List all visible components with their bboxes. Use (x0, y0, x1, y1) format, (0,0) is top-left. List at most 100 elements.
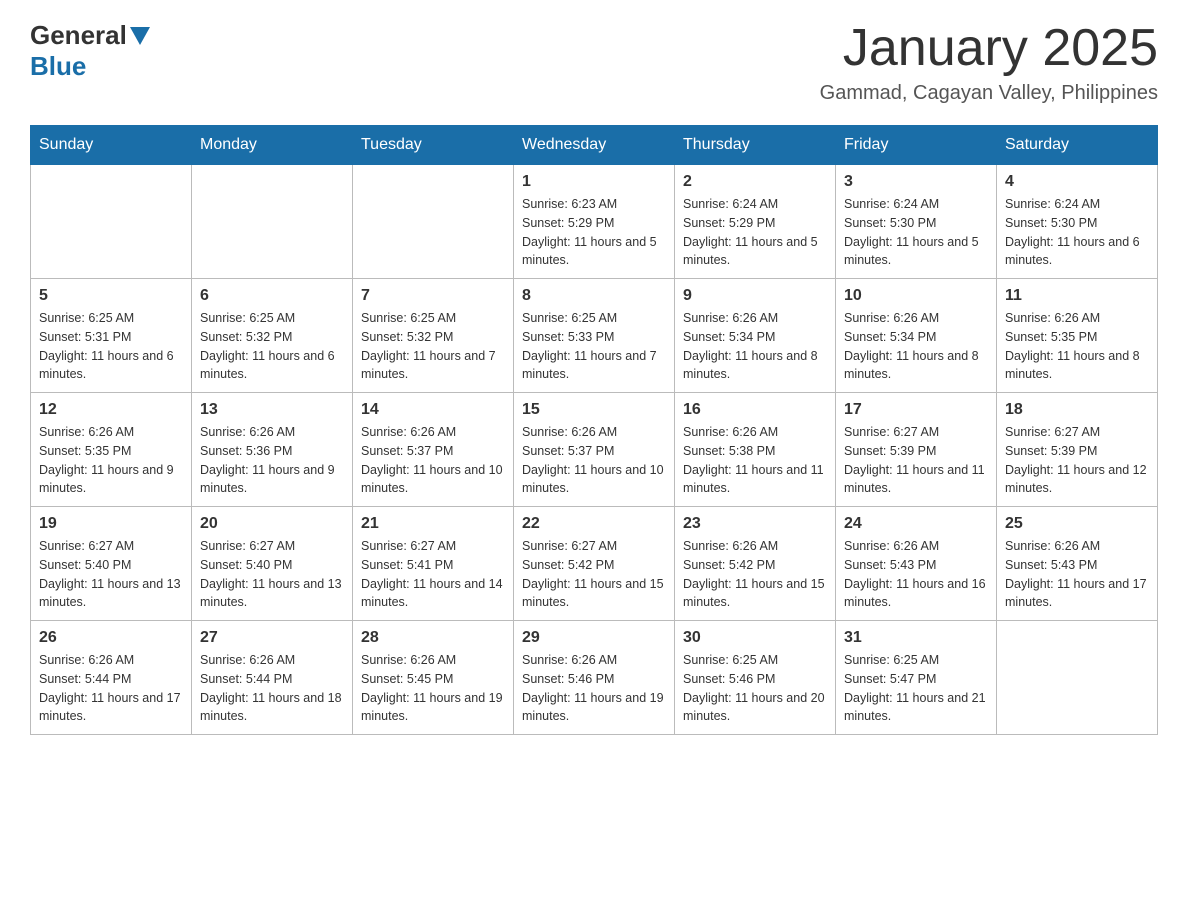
day-info: Sunrise: 6:27 AM Sunset: 5:40 PM Dayligh… (39, 537, 183, 612)
day-info: Sunrise: 6:26 AM Sunset: 5:43 PM Dayligh… (844, 537, 988, 612)
calendar-cell: 12Sunrise: 6:26 AM Sunset: 5:35 PM Dayli… (31, 393, 192, 507)
day-info: Sunrise: 6:27 AM Sunset: 5:42 PM Dayligh… (522, 537, 666, 612)
calendar-cell: 4 Sunrise: 6:24 AM Sunset: 5:30 PM Daylig… (997, 165, 1158, 279)
calendar-cell: 24Sunrise: 6:26 AM Sunset: 5:43 PM Dayli… (836, 507, 997, 621)
calendar-cell: 15Sunrise: 6:26 AM Sunset: 5:37 PM Dayli… (514, 393, 675, 507)
day-info: Sunrise: 6:27 AM Sunset: 5:40 PM Dayligh… (200, 537, 344, 612)
day-number: 1 (522, 173, 666, 191)
day-info: Sunrise: 6:26 AM Sunset: 5:44 PM Dayligh… (39, 651, 183, 726)
calendar-cell: 18 Sunrise: 6:27 AM Sunset: 5:39 PM Dayli… (997, 393, 1158, 507)
day-number: 11 (1005, 287, 1149, 305)
header-saturday: Saturday (997, 126, 1158, 165)
day-number: 31 (844, 629, 988, 647)
calendar-cell: 17 Sunrise: 6:27 AM Sunset: 5:39 PM Dayli… (836, 393, 997, 507)
day-number: 13 (200, 401, 344, 419)
logo-triangle-icon (130, 27, 150, 45)
calendar-cell: 30 Sunrise: 6:25 AM Sunset: 5:46 PM Dayli… (675, 621, 836, 735)
day-info: Sunrise: 6:26 AM Sunset: 5:46 PM Dayligh… (522, 651, 666, 726)
title-section: January 2025 Gammad, Cagayan Valley, Phi… (820, 20, 1158, 105)
calendar-cell: 1Sunrise: 6:23 AM Sunset: 5:29 PM Daylig… (514, 165, 675, 279)
calendar-week-1: 1Sunrise: 6:23 AM Sunset: 5:29 PM Daylig… (31, 165, 1158, 279)
day-info: Sunrise: 6:25 AM Sunset: 5:32 PM Dayligh… (200, 309, 344, 384)
day-info: Sunrise: 6:25 AM Sunset: 5:31 PM Dayligh… (39, 309, 183, 384)
day-number: 3 (844, 173, 988, 191)
day-info: Sunrise: 6:25 AM Sunset: 5:47 PM Dayligh… (844, 651, 988, 726)
calendar-cell: 19 Sunrise: 6:27 AM Sunset: 5:40 PM Dayli… (31, 507, 192, 621)
day-number: 25 (1005, 515, 1149, 533)
header-thursday: Thursday (675, 126, 836, 165)
calendar-cell: 31 Sunrise: 6:25 AM Sunset: 5:47 PM Dayli… (836, 621, 997, 735)
calendar-cell: 16 Sunrise: 6:26 AM Sunset: 5:38 PM Dayli… (675, 393, 836, 507)
logo-blue-text: Blue (30, 51, 86, 82)
day-number: 23 (683, 515, 827, 533)
day-info: Sunrise: 6:26 AM Sunset: 5:42 PM Dayligh… (683, 537, 827, 612)
day-number: 30 (683, 629, 827, 647)
header-wednesday: Wednesday (514, 126, 675, 165)
calendar-cell: 7 Sunrise: 6:25 AM Sunset: 5:32 PM Daylig… (353, 279, 514, 393)
day-info: Sunrise: 6:26 AM Sunset: 5:35 PM Dayligh… (1005, 309, 1149, 384)
day-info: Sunrise: 6:26 AM Sunset: 5:45 PM Dayligh… (361, 651, 505, 726)
day-number: 9 (683, 287, 827, 305)
day-number: 22 (522, 515, 666, 533)
day-number: 26 (39, 629, 183, 647)
day-number: 18 (1005, 401, 1149, 419)
calendar-cell: 27Sunrise: 6:26 AM Sunset: 5:44 PM Dayli… (192, 621, 353, 735)
calendar-cell: 5 Sunrise: 6:25 AM Sunset: 5:31 PM Daylig… (31, 279, 192, 393)
day-number: 16 (683, 401, 827, 419)
day-number: 19 (39, 515, 183, 533)
calendar-cell: 25 Sunrise: 6:26 AM Sunset: 5:43 PM Dayli… (997, 507, 1158, 621)
day-number: 4 (1005, 173, 1149, 191)
day-number: 2 (683, 173, 827, 191)
day-number: 5 (39, 287, 183, 305)
day-number: 17 (844, 401, 988, 419)
day-info: Sunrise: 6:26 AM Sunset: 5:34 PM Dayligh… (844, 309, 988, 384)
day-info: Sunrise: 6:27 AM Sunset: 5:39 PM Dayligh… (844, 423, 988, 498)
calendar-cell: 2 Sunrise: 6:24 AM Sunset: 5:29 PM Daylig… (675, 165, 836, 279)
calendar-cell: 29 Sunrise: 6:26 AM Sunset: 5:46 PM Dayli… (514, 621, 675, 735)
day-info: Sunrise: 6:25 AM Sunset: 5:33 PM Dayligh… (522, 309, 666, 384)
calendar-header-row: Sunday Monday Tuesday Wednesday Thursday… (31, 126, 1158, 165)
day-info: Sunrise: 6:26 AM Sunset: 5:37 PM Dayligh… (361, 423, 505, 498)
day-number: 14 (361, 401, 505, 419)
day-info: Sunrise: 6:27 AM Sunset: 5:41 PM Dayligh… (361, 537, 505, 612)
day-info: Sunrise: 6:26 AM Sunset: 5:43 PM Dayligh… (1005, 537, 1149, 612)
calendar-table: Sunday Monday Tuesday Wednesday Thursday… (30, 125, 1158, 735)
day-number: 7 (361, 287, 505, 305)
calendar-cell (997, 621, 1158, 735)
logo: General Blue (30, 20, 153, 82)
day-info: Sunrise: 6:25 AM Sunset: 5:46 PM Dayligh… (683, 651, 827, 726)
calendar-cell: 8Sunrise: 6:25 AM Sunset: 5:33 PM Daylig… (514, 279, 675, 393)
header-monday: Monday (192, 126, 353, 165)
header-tuesday: Tuesday (353, 126, 514, 165)
calendar-week-5: 26 Sunrise: 6:26 AM Sunset: 5:44 PM Dayli… (31, 621, 1158, 735)
calendar-week-3: 12Sunrise: 6:26 AM Sunset: 5:35 PM Dayli… (31, 393, 1158, 507)
calendar-cell: 26 Sunrise: 6:26 AM Sunset: 5:44 PM Dayli… (31, 621, 192, 735)
calendar-cell: 28Sunrise: 6:26 AM Sunset: 5:45 PM Dayli… (353, 621, 514, 735)
day-info: Sunrise: 6:27 AM Sunset: 5:39 PM Dayligh… (1005, 423, 1149, 498)
day-info: Sunrise: 6:24 AM Sunset: 5:29 PM Dayligh… (683, 195, 827, 270)
calendar-cell: 3 Sunrise: 6:24 AM Sunset: 5:30 PM Daylig… (836, 165, 997, 279)
location-subtitle: Gammad, Cagayan Valley, Philippines (820, 82, 1158, 105)
day-number: 6 (200, 287, 344, 305)
day-number: 21 (361, 515, 505, 533)
calendar-cell (31, 165, 192, 279)
day-info: Sunrise: 6:26 AM Sunset: 5:37 PM Dayligh… (522, 423, 666, 498)
calendar-cell (353, 165, 514, 279)
day-info: Sunrise: 6:25 AM Sunset: 5:32 PM Dayligh… (361, 309, 505, 384)
header-sunday: Sunday (31, 126, 192, 165)
day-info: Sunrise: 6:26 AM Sunset: 5:36 PM Dayligh… (200, 423, 344, 498)
calendar-cell: 22 Sunrise: 6:27 AM Sunset: 5:42 PM Dayli… (514, 507, 675, 621)
calendar-cell: 10Sunrise: 6:26 AM Sunset: 5:34 PM Dayli… (836, 279, 997, 393)
month-title: January 2025 (820, 20, 1158, 77)
header-friday: Friday (836, 126, 997, 165)
day-info: Sunrise: 6:24 AM Sunset: 5:30 PM Dayligh… (844, 195, 988, 270)
day-info: Sunrise: 6:24 AM Sunset: 5:30 PM Dayligh… (1005, 195, 1149, 270)
logo-general-text: General (30, 20, 127, 51)
day-info: Sunrise: 6:26 AM Sunset: 5:38 PM Dayligh… (683, 423, 827, 498)
calendar-week-4: 19 Sunrise: 6:27 AM Sunset: 5:40 PM Dayli… (31, 507, 1158, 621)
calendar-week-2: 5 Sunrise: 6:25 AM Sunset: 5:31 PM Daylig… (31, 279, 1158, 393)
day-number: 27 (200, 629, 344, 647)
day-number: 29 (522, 629, 666, 647)
calendar-cell: 21 Sunrise: 6:27 AM Sunset: 5:41 PM Dayli… (353, 507, 514, 621)
calendar-cell (192, 165, 353, 279)
